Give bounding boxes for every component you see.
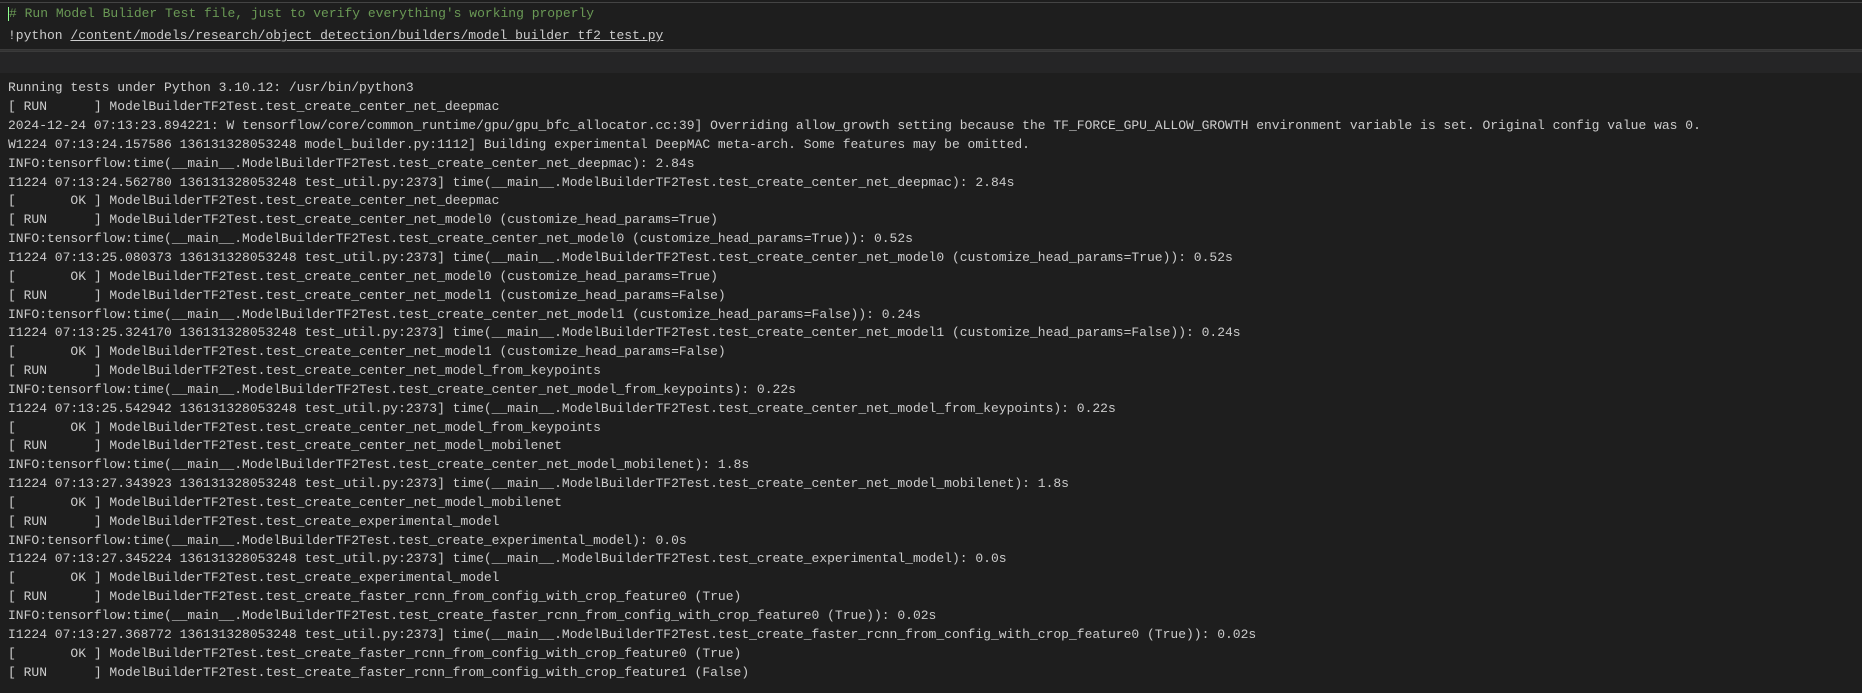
output-line: [ RUN ] ModelBuilderTF2Test.test_create_… [8,664,1854,683]
output-line: INFO:tensorflow:time(__main__.ModelBuild… [8,155,1854,174]
output-line: I1224 07:13:27.345224 136131328053248 te… [8,550,1854,569]
output-line: INFO:tensorflow:time(__main__.ModelBuild… [8,456,1854,475]
output-line: 2024-12-24 07:13:23.894221: W tensorflow… [8,117,1854,136]
output-line: I1224 07:13:25.324170 136131328053248 te… [8,324,1854,343]
output-line: [ OK ] ModelBuilderTF2Test.test_create_c… [8,419,1854,438]
output-line: W1224 07:13:24.157586 136131328053248 mo… [8,136,1854,155]
output-line: [ RUN ] ModelBuilderTF2Test.test_create_… [8,211,1854,230]
comment-text: Run Model Bulider Test file, just to ver… [17,6,594,21]
output-line: I1224 07:13:27.368772 136131328053248 te… [8,626,1854,645]
output-line: [ RUN ] ModelBuilderTF2Test.test_create_… [8,588,1854,607]
code-cell[interactable]: # Run Model Bulider Test file, just to v… [0,3,1862,51]
output-line: I1224 07:13:25.080373 136131328053248 te… [8,249,1854,268]
output-area[interactable]: Running tests under Python 3.10.12: /usr… [0,73,1862,686]
output-line: INFO:tensorflow:time(__main__.ModelBuild… [8,306,1854,325]
output-line: INFO:tensorflow:time(__main__.ModelBuild… [8,607,1854,626]
notebook-cell: # Run Model Bulider Test file, just to v… [0,0,1862,686]
output-line: [ OK ] ModelBuilderTF2Test.test_create_c… [8,343,1854,362]
output-line: [ OK ] ModelBuilderTF2Test.test_create_c… [8,494,1854,513]
output-line: [ RUN ] ModelBuilderTF2Test.test_create_… [8,287,1854,306]
python-bang: !python [8,28,70,43]
output-line: I1224 07:13:24.562780 136131328053248 te… [8,174,1854,193]
output-line: [ OK ] ModelBuilderTF2Test.test_create_c… [8,268,1854,287]
output-line: [ OK ] ModelBuilderTF2Test.test_create_c… [8,192,1854,211]
output-line: [ RUN ] ModelBuilderTF2Test.test_create_… [8,362,1854,381]
code-line-2[interactable]: !python /content/models/research/object_… [0,25,1862,47]
code-line-1[interactable]: # Run Model Bulider Test file, just to v… [0,3,1862,25]
output-line: [ RUN ] ModelBuilderTF2Test.test_create_… [8,513,1854,532]
output-line: INFO:tensorflow:time(__main__.ModelBuild… [8,381,1854,400]
output-line: I1224 07:13:25.542942 136131328053248 te… [8,400,1854,419]
output-line: [ OK ] ModelBuilderTF2Test.test_create_f… [8,645,1854,664]
cell-toolbar-bottom [0,51,1862,73]
output-line: INFO:tensorflow:time(__main__.ModelBuild… [8,230,1854,249]
output-line: INFO:tensorflow:time(__main__.ModelBuild… [8,532,1854,551]
output-line: [ RUN ] ModelBuilderTF2Test.test_create_… [8,98,1854,117]
comment-hash: # [9,6,17,21]
output-line: [ RUN ] ModelBuilderTF2Test.test_create_… [8,437,1854,456]
code-separator [0,49,1862,50]
script-path: /content/models/research/object_detectio… [70,28,663,43]
output-line: Running tests under Python 3.10.12: /usr… [8,79,1854,98]
output-line: [ OK ] ModelBuilderTF2Test.test_create_e… [8,569,1854,588]
output-line: I1224 07:13:27.343923 136131328053248 te… [8,475,1854,494]
